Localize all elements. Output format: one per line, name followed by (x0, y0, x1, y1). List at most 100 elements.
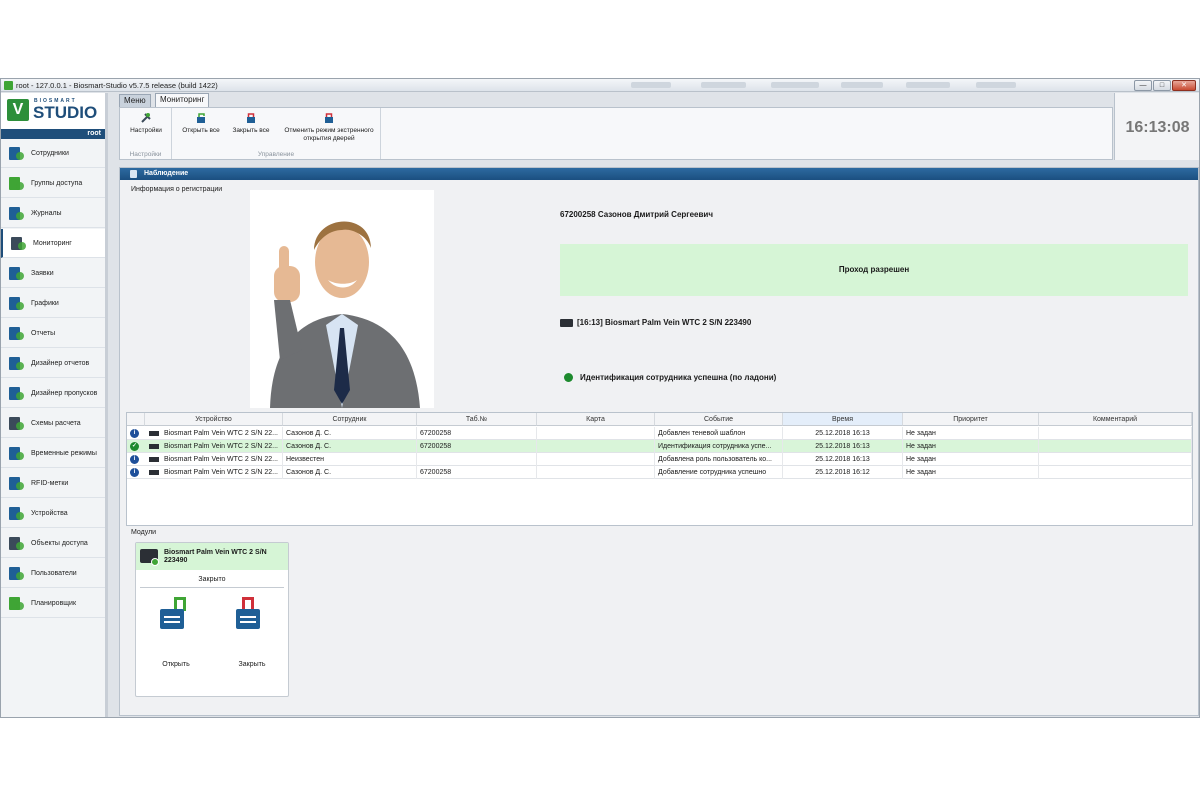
module-card[interactable]: Biosmart Palm Vein WTC 2 S/N 223490 Закр… (135, 542, 289, 697)
sidebar-item-label: Отчеты (31, 330, 56, 337)
online-check-icon (151, 558, 159, 566)
monitoring-panel: Наблюдение Информация о регистрации 6720… (119, 167, 1199, 716)
sidebar-item-users[interactable]: Пользователи (1, 559, 105, 588)
logo-brand: STUDIO (33, 103, 98, 122)
modules-label: Модули (131, 529, 157, 536)
open-all-button[interactable]: Открыть все (178, 112, 224, 135)
events-table: Устройство Сотрудник Таб.№ Карта Событие… (126, 412, 1193, 526)
settings-button[interactable]: Настройки (126, 112, 166, 135)
title-bar-blur (701, 82, 746, 88)
settings-button-label: Настройки (130, 127, 162, 134)
ribbon: Настройки Настройки Открыть все Закрыть … (119, 107, 1113, 160)
table-row[interactable]: i Biosmart Palm Vein WTC 2 S/N 22... Сазон… (127, 466, 1192, 479)
title-bar-blur (631, 82, 671, 88)
close-button[interactable]: ✕ (1172, 80, 1196, 91)
sidebar-item-access-groups[interactable]: Группы доступа (1, 169, 105, 198)
rfid-tags-icon (8, 475, 25, 492)
column-header-priority[interactable]: Приоритет (903, 413, 1039, 426)
cell-priority: Не задан (903, 453, 1039, 466)
device-text: [16:13] Biosmart Palm Vein WTC 2 S/N 223… (577, 318, 752, 327)
info-icon: i (130, 468, 139, 477)
requests-icon (8, 265, 25, 282)
close-door-button[interactable]: Закрыть (232, 595, 272, 675)
app-window: root - 127.0.0.1 - Biosmart-Studio v5.7.… (0, 78, 1200, 718)
info-icon: i (130, 429, 139, 438)
sidebar-item-access-objects[interactable]: Объекты доступа (1, 529, 105, 558)
column-header-device[interactable]: Устройство (145, 413, 283, 426)
clock-time: 16:13:08 (1125, 119, 1190, 136)
sidebar-item-time-modes[interactable]: Временные режимы (1, 439, 105, 468)
logo-mark: V (7, 99, 29, 121)
cell-tab: 67200258 (417, 440, 537, 453)
maximize-button[interactable]: □ (1153, 80, 1171, 91)
identification-text: Идентификация сотрудника успешна (по лад… (580, 373, 777, 382)
open-door-label: Открыть (162, 661, 190, 668)
open-door-button[interactable]: Открыть (156, 595, 196, 675)
column-header-icon[interactable] (127, 413, 145, 426)
access-objects-icon (8, 535, 25, 552)
sidebar-item-monitoring[interactable]: Мониторинг (1, 229, 105, 258)
employee-photo (250, 190, 434, 408)
cell-tab (417, 453, 537, 466)
sidebar-item-schedules[interactable]: Графики (1, 289, 105, 318)
users-icon (8, 565, 25, 582)
camera-icon (130, 170, 137, 178)
cell-card (537, 440, 655, 453)
column-header-tab-number[interactable]: Таб.№ (417, 413, 537, 426)
column-header-comment[interactable]: Комментарий (1039, 413, 1192, 426)
sidebar-item-label: Группы доступа (31, 180, 83, 187)
sidebar-item-employees[interactable]: Сотрудники (1, 139, 105, 168)
column-header-time[interactable]: Время (783, 413, 903, 426)
title-bar-blur (906, 82, 950, 88)
sidebar-item-label: Дизайнер пропусков (31, 390, 98, 397)
clock: 16:13:08 (1114, 93, 1199, 160)
sidebar-item-journals[interactable]: Журналы (1, 199, 105, 228)
palm-scanner-icon (149, 457, 159, 462)
cell-tab: 67200258 (417, 427, 537, 440)
ribbon-group-label: Управление (257, 151, 295, 158)
table-row[interactable]: i Biosmart Palm Vein WTC 2 S/N 22... Неизв… (127, 453, 1192, 466)
logo: V BIOSMART STUDIO (1, 93, 105, 129)
cell-device: Biosmart Palm Vein WTC 2 S/N 22... (161, 427, 283, 440)
open-lock-icon (160, 609, 184, 629)
sidebar-item-report-designer[interactable]: Дизайнер отчетов (1, 349, 105, 378)
palm-scanner-icon (560, 318, 573, 327)
report-designer-icon (8, 355, 25, 372)
sidebar-item-reports[interactable]: Отчеты (1, 319, 105, 348)
cell-priority: Не задан (903, 440, 1039, 453)
column-header-employee[interactable]: Сотрудник (283, 413, 417, 426)
sidebar-item-pass-designer[interactable]: Дизайнер пропусков (1, 379, 105, 408)
cancel-emergency-button[interactable]: Отменить режим экстренного открытия двер… (280, 112, 378, 143)
tools-icon (141, 113, 151, 123)
close-all-button[interactable]: Закрыть все (228, 112, 274, 135)
table-row[interactable]: ✓ Biosmart Palm Vein WTC 2 S/N 22... Сазон… (127, 440, 1192, 453)
sidebar-item-label: Временные режимы (31, 450, 97, 457)
sidebar-item-calculation-schemes[interactable]: Схемы расчета (1, 409, 105, 438)
cell-time: 25.12.2018 16:12 (783, 466, 903, 479)
sidebar-item-devices[interactable]: Устройства (1, 499, 105, 528)
ribbon-group-settings: Настройки Настройки (120, 108, 172, 159)
employee-name: 67200258 Сазонов Дмитрий Сергеевич (560, 210, 713, 219)
emergency-lock-icon (325, 113, 333, 123)
window-title: root - 127.0.0.1 - Biosmart-Studio v5.7.… (16, 81, 218, 90)
tab-menu[interactable]: Меню (119, 94, 151, 107)
sidebar-item-rfid-tags[interactable]: RFID-метки (1, 469, 105, 498)
cell-time: 25.12.2018 16:13 (783, 440, 903, 453)
sidebar-item-scheduler[interactable]: Планировщик (1, 589, 105, 618)
device-line: [16:13] Biosmart Palm Vein WTC 2 S/N 223… (560, 318, 751, 327)
access-status-text: Проход разрешен (838, 265, 910, 274)
column-header-card[interactable]: Карта (537, 413, 655, 426)
minimize-button[interactable]: — (1134, 80, 1152, 91)
access-status: Проход разрешен (560, 244, 1188, 296)
tab-monitoring[interactable]: Мониторинг (155, 93, 210, 107)
sidebar-item-requests[interactable]: Заявки (1, 259, 105, 288)
column-header-event[interactable]: Событие (655, 413, 783, 426)
title-bar: root - 127.0.0.1 - Biosmart-Studio v5.7.… (1, 79, 1199, 92)
palm-scanner-icon (149, 431, 159, 436)
pass-designer-icon (8, 385, 25, 402)
sidebar-item-label: Схемы расчета (31, 420, 81, 427)
module-name: Biosmart Palm Vein WTC 2 S/N 223490 (164, 549, 267, 564)
journals-icon (8, 205, 25, 222)
table-row[interactable]: i Biosmart Palm Vein WTC 2 S/N 22... Сазон… (127, 427, 1192, 440)
cell-time: 25.12.2018 16:13 (783, 427, 903, 440)
